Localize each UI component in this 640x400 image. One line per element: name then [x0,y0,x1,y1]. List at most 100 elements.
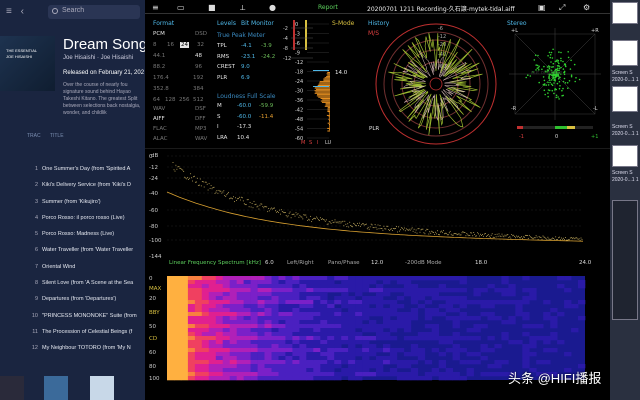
spectrum-point [514,236,516,237]
spectrum-point [257,205,259,207]
search-input[interactable]: Search [48,5,140,19]
album-thumbnail[interactable] [0,376,24,400]
spectrum-point [405,228,407,230]
spectrum-point [326,223,328,225]
camera-icon[interactable]: ▣ [538,4,548,12]
file-thumbnail[interactable] [612,40,638,66]
spectrum-point [396,226,397,228]
spectrogram-cell [180,328,189,333]
back-icon[interactable]: ‹ [21,6,24,17]
track-row[interactable]: 5 Porco Rosso: Madness (Live) [0,231,145,247]
spectrogram-cell [285,308,293,313]
record-icon[interactable]: ● [269,4,279,12]
stop-icon[interactable]: ■ [208,4,218,12]
spectrogram-cell [278,300,286,305]
report-button[interactable]: Report [318,4,338,11]
spectrogram-cell [355,292,363,297]
spectrogram-cell [431,288,439,293]
track-row[interactable]: 7 Oriental Wind [0,264,145,280]
file-thumbnail[interactable] [612,86,638,112]
spectrogram-cell [222,328,230,333]
spectrogram-cell [250,308,258,313]
track-row[interactable]: 9 Departures (from 'Departures') [0,296,145,312]
stereo-point [548,89,551,92]
track-row[interactable]: 6 Water Traveller (from 'Water Traveller [0,247,145,263]
spectrogram-cell [522,360,530,365]
spectrogram-cell [501,280,509,285]
spectrogram-cell [403,336,412,341]
stereo-point [549,56,552,59]
track-row[interactable]: 10 "PRINCESS MONONOKE" Suite (from [0,313,145,329]
track-row[interactable]: 8 Silent Love (from 'A Scene at the Sea [0,280,145,296]
track-row[interactable]: 1 One Summer's Day (from 'Spirited A [0,166,145,182]
spectrum-point [254,204,256,206]
pin-icon[interactable]: ⟂ [240,4,250,12]
spectrogram-cell [222,368,230,373]
spectrogram-cell [292,316,300,321]
spectrogram-cell [208,280,217,285]
file-label[interactable]: Screen S [612,124,633,130]
spectrogram-cell [473,328,481,333]
spectrogram-cell [243,360,251,365]
file-thumbnail[interactable] [612,145,638,167]
codec-wav: WAV [153,106,166,112]
spectrogram-cell [194,296,203,301]
spectrum-point [379,225,381,226]
stereo-point [575,77,577,79]
fullscreen-icon[interactable]: ⤢ [559,4,569,12]
column-title[interactable]: TITLE [50,133,64,139]
codec-flac: FLAC [153,126,167,132]
track-row[interactable]: 4 Porco Rosso: il porco rosso (Live) [0,215,145,231]
spectrogram-y-tick: CD [149,336,157,342]
folder-icon[interactable]: ▭ [177,4,187,12]
spectrogram-cell [550,324,558,329]
spectrogram-cell [222,376,230,381]
file-label[interactable]: Screen S [612,170,633,176]
spectrum-point [559,236,561,238]
spectrogram-cell [431,372,439,377]
album-artist[interactable]: Joe Hisaishi · Joe Hisaishi [63,55,133,61]
track-row[interactable]: 11 The Procession of Celestial Beings (f [0,329,145,345]
file-label[interactable]: Screen S [612,70,633,76]
spectrogram-cell [271,356,279,361]
spectrum-line [166,191,584,242]
spectrum-point [479,235,480,237]
spectrum-point [218,189,220,191]
column-track[interactable]: TRAC [27,133,41,139]
track-row[interactable]: 12 My Neighbour TOTORO (from 'My N [0,345,145,361]
spectrum-point [387,225,389,227]
file-thumbnail[interactable] [612,200,638,320]
spectrogram-cell [278,376,286,381]
spectrogram-cell [334,352,342,357]
spectrum-point [268,208,270,209]
spectrum-point [259,204,261,206]
stereo-point [536,64,539,67]
spectrogram-cell [194,332,203,337]
album-cover[interactable]: THE ESSENTIAL JOE HISAISHI [0,36,55,91]
spectrogram-cell [320,352,328,357]
spectrogram-cell [236,360,244,365]
spectrum-point [375,226,377,228]
menu-icon[interactable]: ≡ [152,4,162,12]
spectrum-point [507,234,509,235]
s-mode-label[interactable]: S-Mode [332,20,354,27]
spectrogram-cell [396,376,405,381]
album-thumbnail[interactable] [90,376,114,400]
spectrum-point [438,234,439,235]
spectrogram-cell [341,276,349,281]
settings-icon[interactable]: ⚙ [583,4,593,12]
spectrum-point [232,198,233,200]
spectrogram-cell [285,280,293,285]
spectrogram-cell [187,336,196,341]
track-row[interactable]: 3 Summer (from 'Kikujiro') [0,199,145,215]
watermark: 头条 @HIFI播报 [508,371,602,386]
spectrogram-cell [341,280,349,285]
sidebar-icon[interactable]: ≡ [6,6,12,17]
file-thumbnail[interactable] [612,2,638,24]
spectrogram-cell [306,300,314,305]
spectrogram-cell [341,372,349,377]
album-thumbnail[interactable] [44,376,68,400]
track-row[interactable]: 2 Kiki's Delivery Service (from 'Kiki's D [0,182,145,198]
spectrum-point [195,181,196,183]
spectrogram-cell [215,304,224,309]
